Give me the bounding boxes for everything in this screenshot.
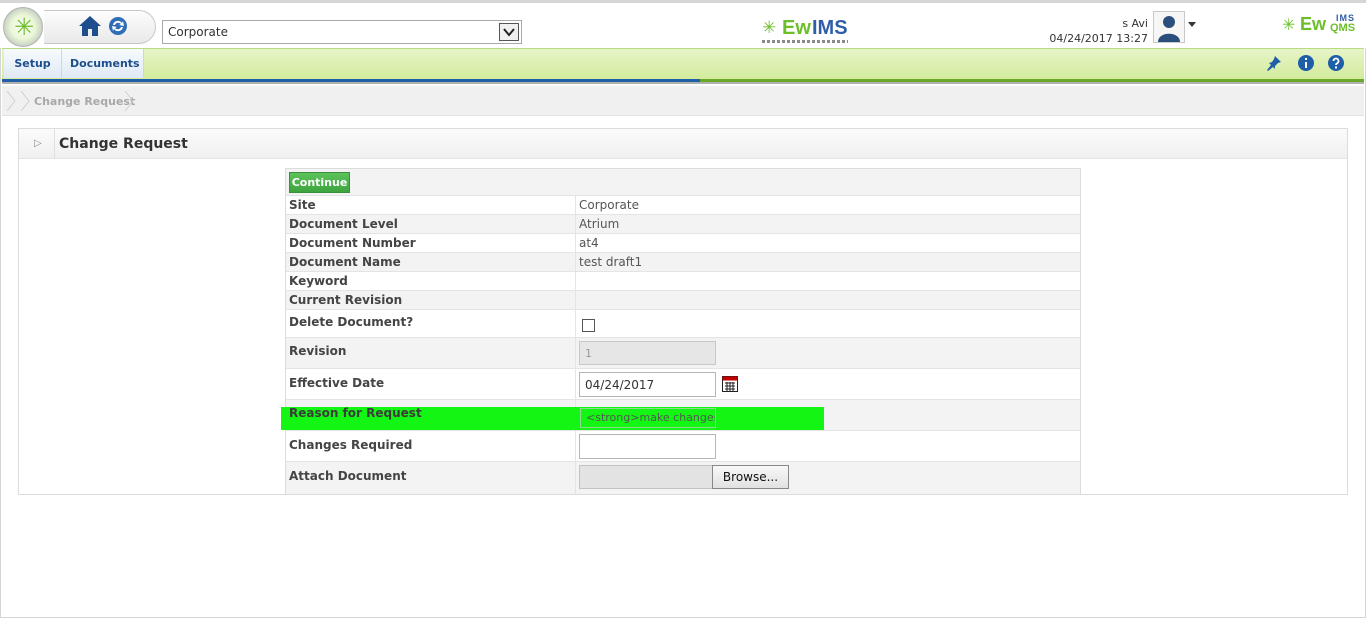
help-icon[interactable] xyxy=(1328,55,1344,71)
site-select[interactable]: Corporate xyxy=(162,20,522,44)
expand-arrow-icon: ▷ xyxy=(34,138,42,149)
form-row-keyword: Keyword xyxy=(286,272,1080,291)
brand-tagline xyxy=(762,40,848,43)
continue-button[interactable]: Continue xyxy=(289,172,350,193)
brand-ew: Ew xyxy=(1300,14,1327,34)
row-divider xyxy=(575,310,576,337)
field-label: Document Number xyxy=(289,236,416,250)
reason-for-request-input[interactable]: <strong>make changes</strong> xyxy=(580,408,716,428)
form-row-changes-required: Changes Required xyxy=(286,431,1080,462)
logo-burst-icon: ✳ xyxy=(13,13,35,41)
form-row-effective-date: Effective Date 04/24/2017 xyxy=(286,369,1080,400)
field-label: Effective Date xyxy=(289,376,385,390)
file-path-field[interactable] xyxy=(579,465,713,489)
field-value: test draft1 xyxy=(579,255,643,269)
main-nav: Setup Documents xyxy=(2,48,1364,79)
form-row-attach-document: Attach Document Browse... xyxy=(286,462,1080,494)
field-label: Site xyxy=(289,198,316,212)
app-logo[interactable]: ✳ xyxy=(3,7,43,47)
breadcrumb-current[interactable]: Change Request xyxy=(34,95,135,108)
breadcrumb: Change Request xyxy=(2,86,1364,116)
nav-setup[interactable]: Setup xyxy=(4,49,62,78)
field-label: Current Revision xyxy=(289,293,403,307)
field-label: Attach Document xyxy=(289,469,407,483)
field-label: Document Level xyxy=(289,217,398,231)
row-divider xyxy=(575,196,576,214)
breadcrumb-chevron-icon xyxy=(20,91,30,111)
nav-documents[interactable]: Documents xyxy=(62,49,144,78)
row-divider xyxy=(575,431,576,461)
row-divider xyxy=(575,272,576,290)
change-request-form: Continue Site Corporate Document Level A… xyxy=(285,168,1081,495)
refresh-icon[interactable] xyxy=(108,16,128,36)
changes-required-input[interactable] xyxy=(579,434,716,459)
row-divider xyxy=(575,338,576,368)
panel-toggle[interactable]: ▷ xyxy=(19,129,55,159)
field-value: Corporate xyxy=(579,198,639,212)
revision-input: 1 xyxy=(579,341,716,365)
calendar-icon[interactable] xyxy=(722,376,738,392)
user-avatar-icon xyxy=(1158,16,1180,42)
row-divider xyxy=(575,291,576,309)
brand-qms: QMS xyxy=(1330,22,1356,34)
form-toolbar: Continue xyxy=(286,169,1080,196)
effective-date-input[interactable]: 04/24/2017 xyxy=(579,372,716,397)
page-title: Change Request xyxy=(59,136,188,152)
brand-ims: IMS xyxy=(812,17,848,39)
form-row-document-number: Document Number at4 xyxy=(286,234,1080,253)
brand-star-icon: ✳ xyxy=(762,18,777,38)
field-label: Keyword xyxy=(289,274,348,288)
field-label: Document Name xyxy=(289,255,401,269)
chevron-down-icon[interactable] xyxy=(499,23,519,41)
form-row-current-revision: Current Revision xyxy=(286,291,1080,310)
field-value: Atrium xyxy=(579,217,620,231)
ewims-logo: ✳ Ew IMS xyxy=(762,17,872,47)
ewqms-logo: ✳ Ew IMS QMS xyxy=(1282,13,1362,44)
browse-button[interactable]: Browse... xyxy=(712,465,789,489)
reason-label: Reason for Request xyxy=(289,406,422,420)
field-label: Changes Required xyxy=(289,438,413,452)
delete-document-checkbox[interactable] xyxy=(582,319,595,332)
panel-header: ▷ Change Request xyxy=(19,129,1347,159)
site-select-value: Corporate xyxy=(168,25,228,39)
form-row-revision: Revision 1 xyxy=(286,338,1080,369)
form-row-document-name: Document Name test draft1 xyxy=(286,253,1080,272)
avatar[interactable] xyxy=(1153,11,1185,43)
user-name: s Avi xyxy=(1122,17,1148,30)
form-row-delete-document: Delete Document? xyxy=(286,310,1080,338)
row-divider xyxy=(575,215,576,233)
row-divider xyxy=(575,234,576,252)
field-value: at4 xyxy=(579,236,599,250)
field-label: Delete Document? xyxy=(289,315,414,329)
top-header: ✳ Corporate ✳ Ew IMS s Avi 04/24/2017 13… xyxy=(0,0,1366,48)
row-divider xyxy=(575,369,576,399)
field-label: Revision xyxy=(289,344,347,358)
info-icon[interactable] xyxy=(1298,55,1314,71)
nav-stripe-grey xyxy=(2,82,1364,84)
home-icon[interactable] xyxy=(78,14,102,38)
caret-down-icon[interactable] xyxy=(1188,22,1196,27)
pin-icon[interactable] xyxy=(1266,55,1282,71)
row-divider xyxy=(575,253,576,271)
form-row-document-level: Document Level Atrium xyxy=(286,215,1080,234)
form-row-site: Site Corporate xyxy=(286,196,1080,215)
row-divider xyxy=(575,462,576,494)
brand-star-icon: ✳ xyxy=(1282,15,1296,34)
brand-ew: Ew xyxy=(782,17,811,39)
breadcrumb-chevron-icon xyxy=(124,91,134,111)
user-datetime: 04/24/2017 13:27 xyxy=(1049,32,1148,45)
breadcrumb-chevron-icon xyxy=(6,91,16,111)
